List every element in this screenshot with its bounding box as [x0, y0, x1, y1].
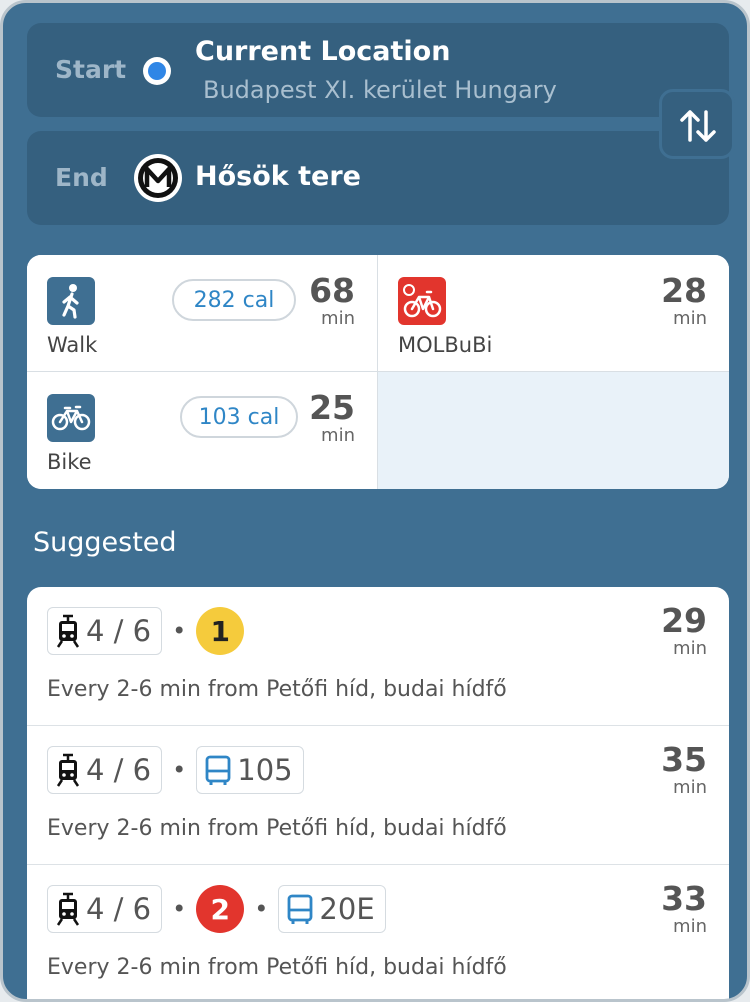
walk-calories-badge: 282 cal [172, 279, 296, 321]
route-description: Every 2-6 min from Petőfi híd, budai híd… [47, 955, 507, 980]
leg-separator: • [172, 617, 187, 645]
route-duration: 29 min [661, 603, 707, 659]
bus-icon [205, 755, 231, 785]
bike-minutes-unit: min [321, 425, 355, 446]
walk-minutes: 68 [309, 271, 355, 310]
route-minutes: 35 [661, 740, 707, 779]
start-location-title: Current Location [195, 36, 451, 67]
budapest-metro-icon [133, 153, 183, 203]
route-minutes-unit: min [673, 777, 707, 798]
suggested-heading: Suggested [33, 527, 177, 558]
end-label: End [55, 163, 108, 192]
route-item[interactable]: 4 / 6 • 2 • 20E 33 min Every 2-6 min fro… [27, 865, 729, 999]
walk-minutes-unit: min [321, 308, 355, 329]
route-minutes-unit: min [673, 638, 707, 659]
route-item[interactable]: 4 / 6 • 1 29 min Every 2-6 min from Pető… [27, 587, 729, 726]
route-minutes: 33 [661, 879, 707, 918]
route-legs: 4 / 6 • 2 • 20E [47, 885, 386, 933]
route-description: Every 2-6 min from Petőfi híd, budai híd… [47, 677, 507, 702]
bike-calories-badge: 103 cal [180, 396, 298, 438]
leg-separator: • [254, 895, 269, 923]
route-minutes-unit: min [673, 916, 707, 937]
swap-arrows-icon [680, 110, 716, 142]
bike-label: Bike [47, 450, 92, 474]
bus-chip: 105 [196, 746, 304, 794]
route-duration: 35 min [661, 742, 707, 798]
walk-label: Walk [47, 333, 98, 357]
tram-icon [56, 753, 80, 787]
molbubi-duration: 28 min [661, 273, 707, 329]
bus-line: 20E [319, 892, 375, 926]
mode-walk[interactable]: Walk 282 cal 68 min [27, 255, 378, 372]
travel-modes-card: Walk 282 cal 68 min MOLBuBi 28 min Bike … [27, 255, 729, 489]
bike-duration: 25 min [309, 390, 355, 446]
swap-locations-button[interactable] [659, 89, 735, 159]
tram-lines: 4 / 6 [86, 892, 152, 926]
bus-chip: 20E [278, 885, 386, 933]
tram-icon [56, 892, 80, 926]
end-location-title: Hősök tere [195, 161, 361, 192]
bus-icon [288, 894, 313, 924]
mode-molbubi[interactable]: MOLBuBi 28 min [378, 255, 729, 372]
bike-minutes: 25 [309, 388, 355, 427]
metro-line-badge: 2 [196, 885, 245, 933]
tram-chip: 4 / 6 [47, 607, 163, 655]
route-legs: 4 / 6 • 105 [47, 746, 304, 794]
route-minutes: 29 [661, 601, 707, 640]
walk-icon [47, 277, 95, 325]
start-location-subtitle: Budapest XI. kerület Hungary [203, 76, 557, 104]
tram-chip: 4 / 6 [47, 885, 163, 933]
bike-share-icon [398, 277, 446, 325]
tram-lines: 4 / 6 [86, 753, 152, 787]
bus-line: 105 [237, 753, 293, 787]
mode-bike[interactable]: Bike 103 cal 25 min [27, 372, 378, 489]
route-description: Every 2-6 min from Petőfi híd, budai híd… [47, 816, 507, 841]
tram-icon [56, 614, 80, 648]
start-label: Start [55, 55, 127, 84]
bicycle-icon [47, 394, 95, 442]
molbubi-minutes: 28 [661, 271, 707, 310]
route-legs: 4 / 6 • 1 [47, 607, 245, 655]
suggested-routes-list: 4 / 6 • 1 29 min Every 2-6 min from Pető… [27, 587, 729, 999]
tram-chip: 4 / 6 [47, 746, 163, 794]
app-screen: Start Current Location Budapest XI. kerü… [0, 0, 750, 1002]
molbubi-label: MOLBuBi [398, 333, 493, 357]
leg-separator: • [172, 895, 187, 923]
metro-line-badge: 1 [196, 607, 245, 655]
route-item[interactable]: 4 / 6 • 105 35 min Every 2-6 min from Pe… [27, 726, 729, 865]
empty-mode-cell [378, 372, 729, 489]
tram-lines: 4 / 6 [86, 614, 152, 648]
end-field[interactable]: End Hősök tere [27, 131, 729, 225]
start-field[interactable]: Start Current Location Budapest XI. kerü… [27, 23, 729, 117]
walk-duration: 68 min [309, 273, 355, 329]
molbubi-minutes-unit: min [673, 308, 707, 329]
current-location-icon [143, 57, 171, 85]
route-duration: 33 min [661, 881, 707, 937]
leg-separator: • [172, 756, 187, 784]
